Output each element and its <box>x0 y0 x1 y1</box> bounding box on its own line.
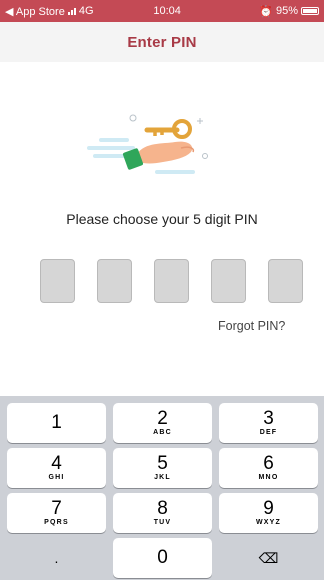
key-digit: 2 <box>157 408 168 429</box>
key-letters: TUV <box>153 519 172 526</box>
key-3[interactable]: 3 DEF <box>219 403 318 443</box>
key-7[interactable]: 7 PQRS <box>7 493 106 533</box>
key-4[interactable]: 4 GHI <box>7 448 106 488</box>
pin-digit-box[interactable] <box>268 259 303 303</box>
key-digit: 3 <box>263 408 274 429</box>
key-digit: 5 <box>157 453 168 474</box>
battery-percent: 95% <box>275 5 298 17</box>
key-digit: 7 <box>51 498 62 519</box>
key-letters: MNO <box>258 474 279 481</box>
pin-digit-box[interactable] <box>211 259 246 303</box>
title-bar: Enter PIN <box>0 22 324 62</box>
key-digit: 4 <box>51 453 62 474</box>
status-time: 10:04 <box>153 5 181 17</box>
forgot-pin-link[interactable]: Forgot PIN? <box>218 319 285 333</box>
key-letters: WXYZ <box>255 519 282 526</box>
numeric-keypad: 1 2 ABC 3 DEF 4 GHI 5 JKL 6 MNO 7 PQRS 8… <box>0 396 324 580</box>
key-letters: ABC <box>153 429 172 436</box>
pin-input-row[interactable] <box>40 259 304 304</box>
key-letters: DEF <box>259 429 278 436</box>
back-to-app-store-link[interactable]: ◀ App Store <box>5 5 65 18</box>
pin-digit-box[interactable] <box>154 259 189 303</box>
pin-digit-box[interactable] <box>40 259 75 303</box>
backspace-key[interactable]: ⌫ <box>219 538 318 578</box>
signal-icon <box>67 7 76 15</box>
key-letters: GHI <box>48 474 65 481</box>
page-title: Enter PIN <box>127 33 197 51</box>
key-6[interactable]: 6 MNO <box>219 448 318 488</box>
alarm-icon: ⏰ <box>259 5 273 18</box>
key-0[interactable]: 0 <box>113 538 212 578</box>
key-digit: 9 <box>263 498 274 519</box>
key-2[interactable]: 2 ABC <box>113 403 212 443</box>
key-digit: 1 <box>51 412 62 433</box>
key-digit: 0 <box>157 547 168 568</box>
key-digit: 6 <box>263 453 274 474</box>
key-1[interactable]: 1 <box>7 403 106 443</box>
status-right: ⏰ 95% <box>259 5 319 18</box>
key-decimal[interactable]: . <box>7 538 106 578</box>
status-left: ◀ App Store 4G <box>5 5 115 18</box>
key-8[interactable]: 8 TUV <box>113 493 212 533</box>
key-digit: 8 <box>157 498 168 519</box>
key-letters: PQRS <box>44 519 69 526</box>
key-9[interactable]: 9 WXYZ <box>219 493 318 533</box>
network-label: 4G <box>78 5 94 17</box>
key-digit: . <box>54 550 59 566</box>
pin-digit-box[interactable] <box>97 259 132 303</box>
pin-prompt: Please choose your 5 digit PIN <box>66 211 258 227</box>
backspace-icon: ⌫ <box>258 550 279 566</box>
battery-icon <box>301 7 319 15</box>
status-bar: ◀ App Store 4G 10:04 ⏰ 95% <box>0 0 324 22</box>
hand-with-key-icon <box>87 114 208 174</box>
key-5[interactable]: 5 JKL <box>113 448 212 488</box>
key-letters: JKL <box>154 474 171 481</box>
